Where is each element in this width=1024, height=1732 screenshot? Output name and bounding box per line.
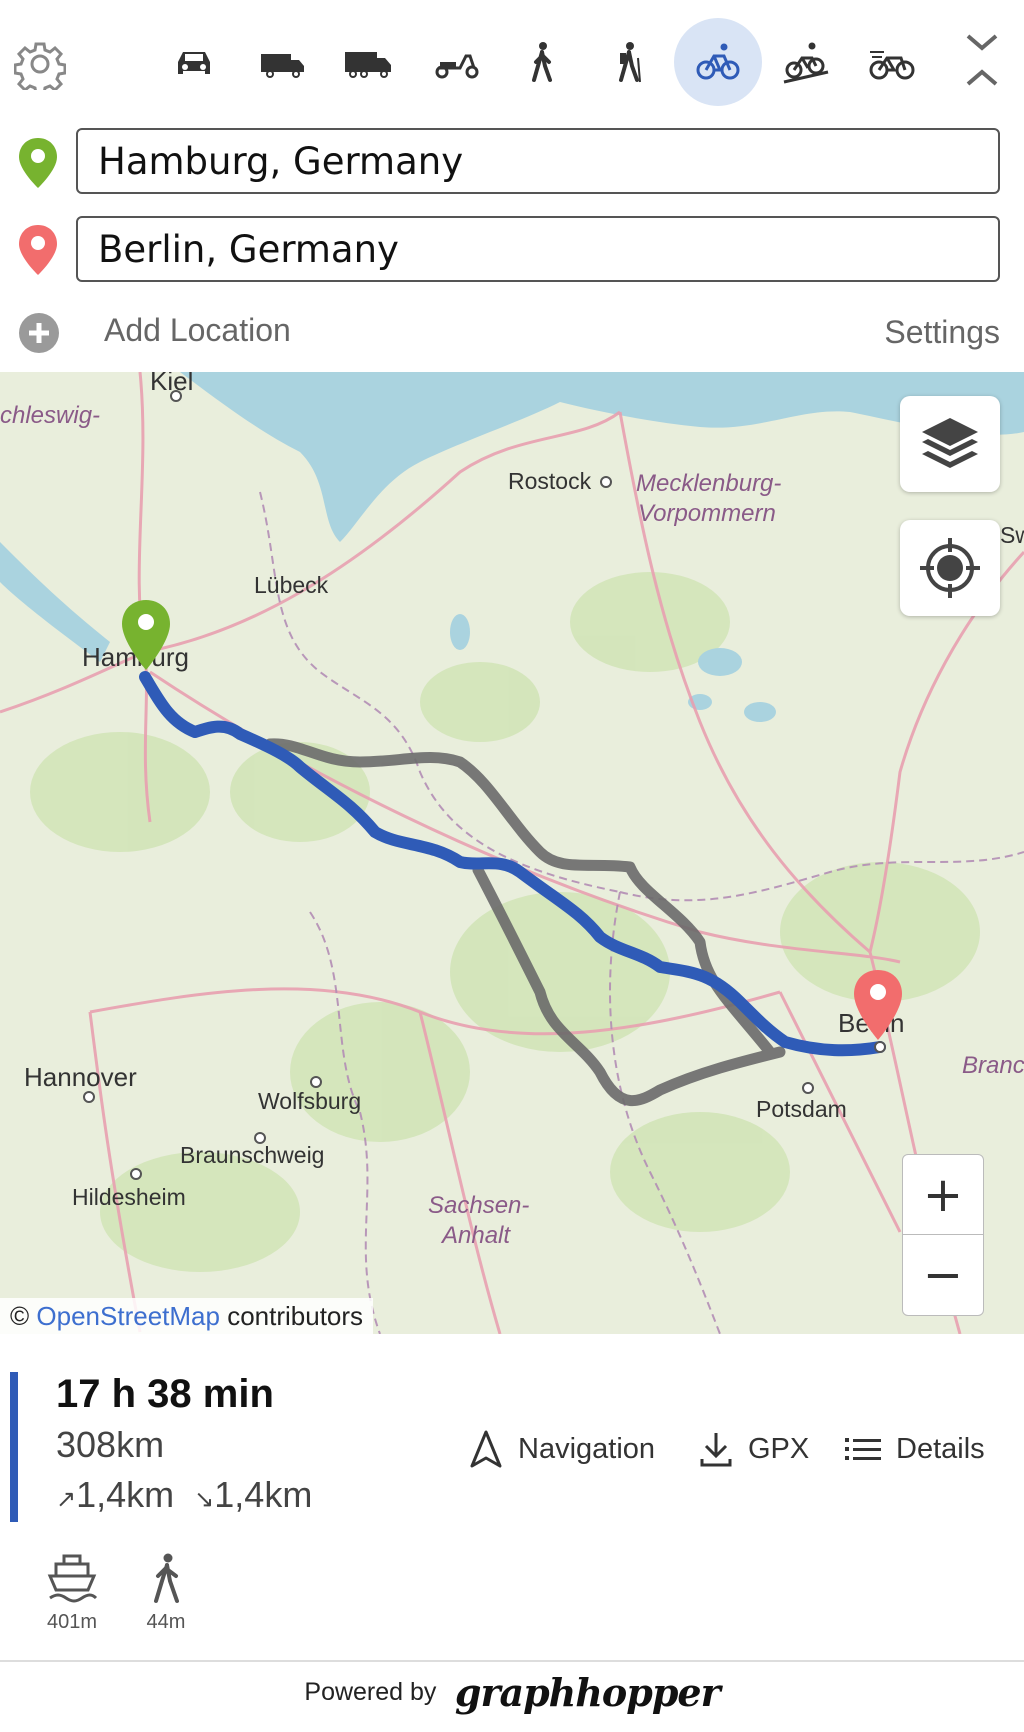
copyright-symbol: ©: [10, 1301, 30, 1331]
map-label-wolfsburg: Wolfsburg: [258, 1088, 362, 1114]
map-label-hannover: Hannover: [24, 1062, 137, 1092]
osm-link[interactable]: OpenStreetMap: [36, 1301, 220, 1331]
add-location-link[interactable]: Add Location: [104, 312, 291, 349]
details-label: Details: [896, 1432, 985, 1465]
start-marker-icon: [16, 136, 60, 190]
map-label-kiel: Kiel: [150, 372, 194, 396]
to-input[interactable]: [76, 216, 1000, 282]
map-label-rostock: Rostock: [508, 468, 592, 494]
bicycle-icon[interactable]: [674, 18, 762, 106]
ferry-distance: 401m: [46, 1611, 98, 1633]
settings-link[interactable]: Settings: [884, 314, 1000, 351]
map-attribution: © OpenStreetMap contributors: [0, 1298, 374, 1334]
layers-icon: [922, 418, 978, 468]
powered-by: Powered by graphhopper: [0, 1670, 1024, 1730]
navigation-button[interactable]: Navigation: [468, 1424, 655, 1474]
gpx-label: GPX: [748, 1432, 810, 1465]
ferry-instruction[interactable]: 401m: [32, 1552, 112, 1634]
layers-button[interactable]: [900, 396, 1000, 492]
navigation-icon: [470, 1430, 502, 1468]
crosshair-icon: [920, 538, 980, 598]
collapse-icon[interactable]: [960, 30, 1004, 90]
car-icon[interactable]: [150, 18, 238, 106]
gear-icon[interactable]: [13, 38, 67, 96]
walk-distance: 44m: [146, 1611, 186, 1633]
ascent-value: 1,4km: [76, 1474, 175, 1515]
mountain-bike-icon[interactable]: [762, 18, 850, 106]
graphhopper-logo[interactable]: graphhopper: [455, 1670, 721, 1715]
map-view[interactable]: Kiel chleswig- Rostock Mecklenburg- Vorp…: [0, 372, 1024, 1334]
descent-arrow-icon: ↘: [194, 1486, 215, 1513]
map-label-hildesheim: Hildesheim: [72, 1184, 186, 1210]
zoom-in-button[interactable]: +: [902, 1154, 984, 1236]
route-distance: 308km: [56, 1424, 165, 1465]
end-map-marker-icon[interactable]: [852, 968, 904, 1042]
map-label-schleswig: chleswig-: [0, 402, 101, 429]
walking-icon: [154, 1553, 179, 1603]
vehicle-toolbar: [0, 0, 1024, 125]
scooter-icon[interactable]: [412, 18, 500, 106]
truck-icon[interactable]: [324, 18, 412, 106]
map-label-mecklenburg: Mecklenburg-: [636, 470, 782, 497]
locate-button[interactable]: [900, 520, 1000, 616]
map-label-sachsen: Sachsen-: [428, 1192, 530, 1219]
footer-divider: [0, 1660, 1024, 1662]
route-time[interactable]: 17 h 38 min: [56, 1372, 274, 1417]
racing-bike-icon[interactable]: [848, 18, 936, 106]
from-input[interactable]: [76, 128, 1000, 194]
ascent-arrow-icon: ↗: [56, 1486, 77, 1513]
add-location-row: Add Location Settings: [0, 300, 1024, 362]
list-icon: [845, 1438, 881, 1460]
attribution-text: contributors: [227, 1301, 364, 1331]
map-label-potsdam: Potsdam: [756, 1096, 847, 1122]
map-label-vorpommern: Vorpommern: [638, 500, 776, 527]
start-map-marker-icon[interactable]: [120, 598, 172, 672]
navigation-label: Navigation: [518, 1432, 656, 1465]
map-label-sw: Sw: [1000, 522, 1024, 548]
map-label-anhalt: Anhalt: [442, 1222, 511, 1249]
download-icon: [700, 1433, 732, 1467]
gpx-button[interactable]: GPX: [698, 1424, 809, 1474]
map-label-lubeck: Lübeck: [254, 572, 329, 598]
map-label-braunschweig: Braunschweig: [180, 1142, 325, 1168]
ferry-icon: [47, 1554, 98, 1603]
map-label-brandenburg: Branc: [962, 1052, 1024, 1079]
details-button[interactable]: Details: [844, 1424, 985, 1474]
end-marker-icon: [16, 223, 60, 277]
zoom-out-button[interactable]: −: [902, 1234, 984, 1316]
route-selected-indicator: [10, 1372, 18, 1522]
hiking-icon[interactable]: [586, 18, 674, 106]
route-elevation: ↗1,4km ↘1,4km: [56, 1474, 312, 1516]
powered-by-label: Powered by: [304, 1678, 437, 1706]
walking-icon[interactable]: [498, 18, 586, 106]
add-circle-icon[interactable]: [18, 312, 60, 354]
descent-value: 1,4km: [214, 1474, 313, 1515]
small-truck-icon[interactable]: [238, 18, 326, 106]
walk-instruction[interactable]: 44m: [126, 1552, 206, 1634]
